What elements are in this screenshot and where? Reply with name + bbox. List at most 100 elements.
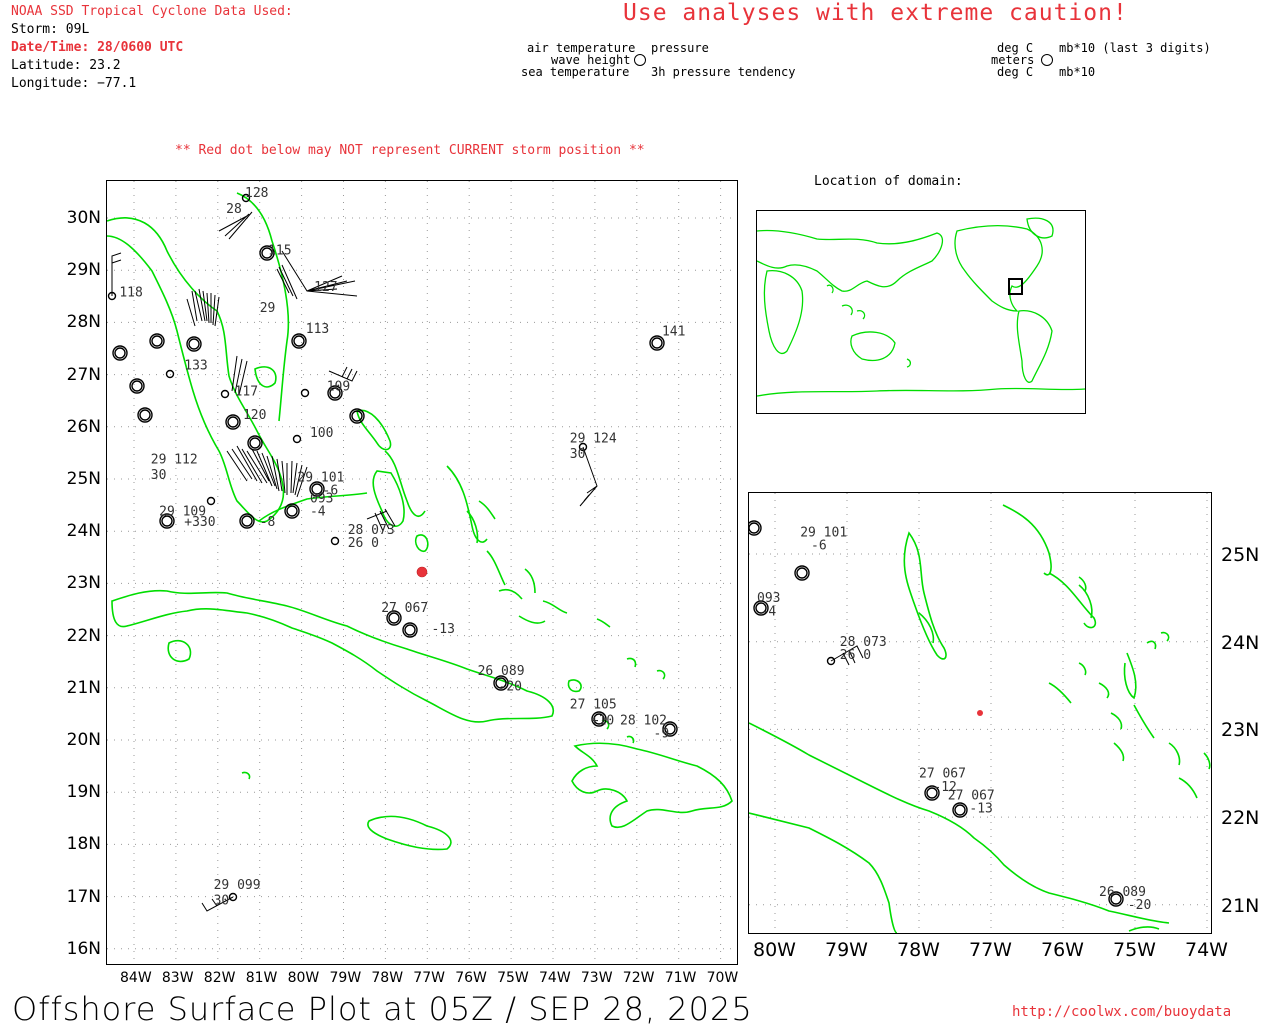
- lon-label: 83W: [161, 970, 194, 986]
- station-label: -4: [310, 505, 326, 520]
- station-label: 117: [235, 384, 258, 399]
- lat-label: 21N: [66, 677, 101, 698]
- globe-overview-map[interactable]: [756, 210, 1086, 414]
- station-circle-icon: [634, 54, 646, 66]
- legend-sea-temp: sea temperature: [521, 65, 630, 79]
- station-label: -13: [969, 802, 992, 817]
- lon-label: 75W: [1113, 939, 1156, 961]
- lat-label: 20N: [66, 730, 101, 750]
- lon-label: 70W: [706, 970, 739, 986]
- lon-label: 79W: [329, 970, 362, 986]
- units-degc-2: deg C: [997, 65, 1034, 79]
- lat-label: 26N: [66, 416, 101, 437]
- station-label: 26 089: [478, 664, 525, 679]
- lat-label: 25N: [1221, 544, 1260, 566]
- station-label: -20: [1128, 898, 1151, 913]
- lat-label: 18N: [66, 834, 101, 855]
- inset-map-canvas: 29 101-6093-428 07326 027 067-1227 067-1…: [749, 493, 1211, 933]
- inset-map[interactable]: 29 101 -6 093 -4 28 073 26 0 27 067 -12 27 067 -1…: [748, 492, 1259, 961]
- station-label: -20: [499, 679, 522, 694]
- lon-label: 74W: [1185, 939, 1228, 961]
- station-label: 113: [306, 322, 329, 337]
- lat-label: 25N: [66, 469, 101, 489]
- lat-label: 19N: [66, 782, 101, 803]
- lon-label: 78W: [371, 970, 404, 986]
- station-label: +10: [591, 713, 614, 728]
- station-label: 30: [570, 447, 586, 462]
- station-label: +330: [184, 515, 215, 530]
- lon-label: 77W: [413, 970, 445, 986]
- main-map-wind-barbs: [111, 211, 598, 912]
- storm-datetime: Date/Time: 28/0600 UTC: [11, 40, 184, 55]
- station-label: 27 105: [570, 698, 617, 713]
- units-mb: mb*10 (last 3 digits): [1059, 41, 1211, 55]
- station-label: 100: [310, 426, 333, 441]
- storm-latitude: Latitude: 23.2: [11, 58, 121, 73]
- lat-label: 29N: [66, 260, 101, 281]
- lon-label: 79W: [825, 939, 868, 961]
- lon-label: 84W: [120, 970, 152, 986]
- lat-label: 23N: [1221, 719, 1260, 742]
- lon-label: 78W: [897, 939, 940, 961]
- units-mb10: mb*10: [1059, 65, 1096, 79]
- station-label: 29 099: [214, 878, 261, 893]
- globe-overview-canvas: [756, 217, 1086, 397]
- storm-id: Storm: 09L: [11, 22, 90, 37]
- lat-label: 28N: [66, 312, 101, 333]
- lon-label: 81W: [245, 970, 278, 986]
- lon-label: 75W: [497, 970, 529, 986]
- source-url[interactable]: http://coolwx.com/buoydata: [1012, 1004, 1231, 1020]
- station-label: -6: [811, 539, 827, 554]
- lat-label: 24N: [1221, 631, 1260, 654]
- lat-label: 17N: [66, 886, 101, 907]
- station-label: 27 067: [381, 601, 428, 616]
- station-label: 141: [662, 324, 685, 339]
- station-label: 127: [314, 280, 337, 295]
- lat-label: 22N: [66, 625, 101, 646]
- lon-label: 77W: [969, 939, 1012, 961]
- main-map[interactable]: 128 28 115 118 127 29 113 133 117 109 120 100 29 124…: [67, 180, 738, 986]
- station-label: 118: [119, 285, 142, 300]
- lat-label: 22N: [1221, 807, 1260, 830]
- red-dot-note: ** Red dot below may NOT represent CURRE…: [175, 143, 645, 158]
- inset-map-coastlines: [749, 504, 1211, 933]
- inset-storm-dot[interactable]: [977, 710, 983, 716]
- legend-tendency: 3h pressure tendency: [651, 65, 796, 79]
- inset-map-station-markers: [749, 520, 1124, 907]
- lat-label: 30N: [66, 208, 101, 228]
- station-label: 128: [245, 186, 268, 201]
- main-map-canvas: 12828 115 118 127 29 113 133 117 109 120 100 29 124…: [107, 181, 737, 964]
- lat-label: 23N: [66, 573, 101, 594]
- station-label: 28: [226, 202, 242, 217]
- main-map-station-labels: 12828 115 118 127 29 113 133 117 109 120 100 29 124…: [119, 186, 685, 908]
- lon-label: 82W: [203, 970, 236, 986]
- station-label: 29 112: [151, 452, 198, 467]
- station-label: 30: [214, 893, 230, 908]
- lon-label: 73W: [580, 970, 613, 986]
- lon-label: 71W: [664, 970, 697, 986]
- station-label: 26 0: [840, 648, 871, 663]
- location-of-domain-label: Location of domain:: [814, 174, 963, 189]
- lon-label: 80W: [287, 970, 320, 986]
- station-label: -8: [260, 515, 276, 530]
- station-label: 30: [151, 468, 167, 483]
- lon-label: 80W: [753, 939, 796, 961]
- storm-longitude: Longitude: −77.1: [11, 76, 137, 91]
- station-label: 133: [184, 358, 207, 373]
- station-label: 115: [268, 244, 291, 259]
- station-label: 120: [243, 408, 266, 423]
- station-label: -13: [431, 622, 454, 637]
- lon-label: 76W: [1041, 939, 1084, 961]
- inset-map-station-labels: 29 101-6093-428 07326 027 067-1227 067-1…: [757, 525, 1151, 913]
- plot-title: Offshore Surface Plot at 05Z / SEP 28, 2…: [12, 990, 753, 1028]
- storm-position-dot[interactable]: [416, 566, 428, 578]
- station-label: 29 124: [570, 431, 617, 446]
- lon-label: 76W: [455, 970, 487, 986]
- lat-label: 16N: [66, 938, 101, 959]
- station-label: 26 0: [348, 536, 379, 551]
- lon-label: 74W: [539, 970, 571, 986]
- units-circle-icon: [1041, 54, 1053, 66]
- station-label: -9: [654, 726, 670, 741]
- legend-pressure: pressure: [651, 41, 709, 55]
- station-label: -4: [761, 604, 777, 619]
